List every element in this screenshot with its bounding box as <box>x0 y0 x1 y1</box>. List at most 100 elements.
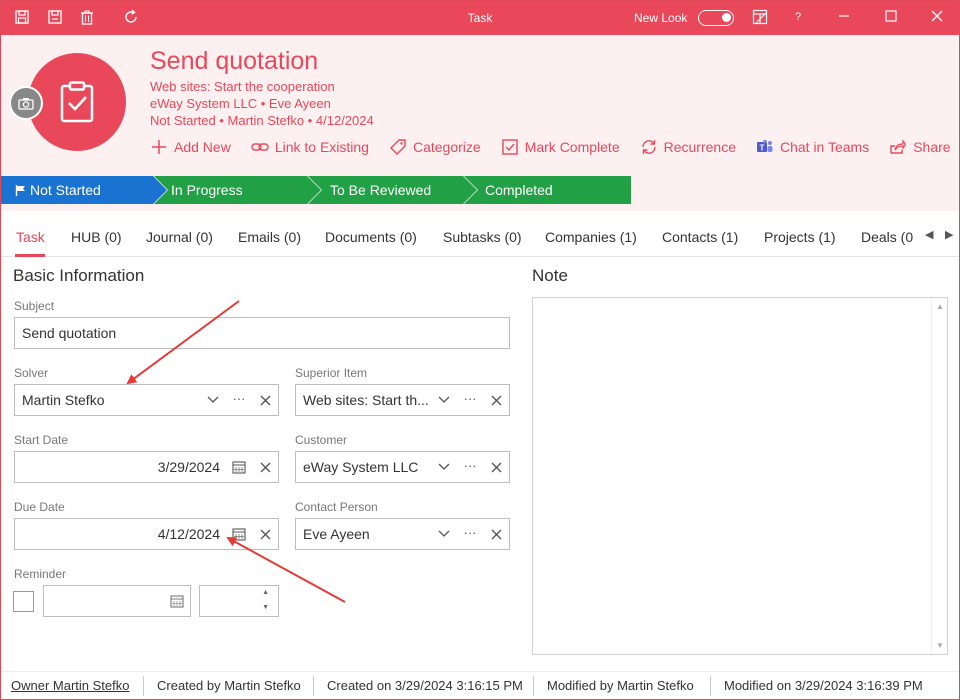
clear-icon[interactable] <box>487 458 505 476</box>
footer-separator <box>710 676 711 696</box>
stage-arrow <box>153 176 167 204</box>
footer-separator <box>313 676 314 696</box>
scroll-up-icon[interactable]: ▲ <box>936 302 944 311</box>
tab-companies[interactable]: Companies (1) <box>545 229 637 245</box>
modified-on-text: Modified on 3/29/2024 3:16:39 PM <box>724 678 923 693</box>
svg-text:T: T <box>760 144 765 153</box>
footer-bar: Owner Martin Stefko Created by Martin St… <box>1 671 959 699</box>
stage-not-started[interactable]: Not Started <box>1 176 167 204</box>
superior-item-field[interactable]: Web sites: Start th... ··· <box>295 384 510 416</box>
tab-contacts[interactable]: Contacts (1) <box>662 229 738 245</box>
customer-label: Customer <box>295 433 348 447</box>
clear-icon[interactable] <box>256 391 274 409</box>
chat-in-teams-label: Chat in Teams <box>779 139 870 155</box>
superior-item-value: Web sites: Start th... <box>303 392 429 408</box>
calendar-icon[interactable] <box>230 458 248 476</box>
chevron-down-icon[interactable] <box>435 391 453 409</box>
tab-strip: Task HUB (0) Journal (0) Emails (0) Docu… <box>1 211 959 257</box>
minimize-button[interactable] <box>835 9 853 25</box>
maximize-button[interactable] <box>882 9 900 25</box>
solver-value: Martin Stefko <box>22 392 105 408</box>
note-scrollbar[interactable]: ▲ ▼ <box>931 298 947 654</box>
share-label: Share <box>913 139 951 155</box>
clear-icon[interactable] <box>256 525 274 543</box>
toggle-knob <box>722 13 731 22</box>
spin-up-icon[interactable]: ▲ <box>262 589 269 596</box>
task-title: Send quotation <box>150 47 319 75</box>
mark-complete-button[interactable]: Mark Complete <box>501 138 620 156</box>
layout-icon[interactable] <box>751 8 769 26</box>
mark-complete-label: Mark Complete <box>524 139 620 155</box>
more-options-icon[interactable]: ··· <box>461 456 479 474</box>
share-icon <box>889 138 907 156</box>
created-by-text: Created by Martin Stefko <box>157 678 301 693</box>
chevron-down-icon[interactable] <box>204 391 222 409</box>
calendar-icon[interactable] <box>168 592 186 610</box>
chat-in-teams-button[interactable]: T Chat in Teams <box>756 138 869 156</box>
recurrence-label: Recurrence <box>663 139 736 155</box>
customer-value: eWay System LLC <box>303 459 419 475</box>
tab-subtasks[interactable]: Subtasks (0) <box>443 229 522 245</box>
note-heading: Note <box>532 266 568 285</box>
more-options-icon[interactable]: ··· <box>230 389 248 407</box>
share-button[interactable]: Share <box>889 138 951 156</box>
clear-icon[interactable] <box>487 525 505 543</box>
recurrence-button[interactable]: Recurrence <box>640 138 736 156</box>
chevron-down-icon[interactable] <box>435 525 453 543</box>
start-date-label: Start Date <box>14 433 69 447</box>
superior-item-label: Superior Item <box>295 366 368 380</box>
modified-by-text: Modified by Martin Stefko <box>547 678 694 693</box>
link-existing-button[interactable]: Link to Existing <box>251 138 369 156</box>
clear-icon[interactable] <box>256 458 274 476</box>
stage-completed[interactable]: Completed <box>464 176 631 204</box>
tabs-scroll-left-icon[interactable]: ◀ <box>925 228 933 241</box>
contact-person-field[interactable]: Eve Ayeen ··· <box>295 518 510 550</box>
solver-label: Solver <box>14 366 49 380</box>
tab-deals[interactable]: Deals (0) <box>861 229 913 245</box>
customer-field[interactable]: eWay System LLC ··· <box>295 451 510 483</box>
help-button[interactable]: ? <box>789 11 807 23</box>
superior-item-link[interactable]: Web sites: Start the cooperation <box>150 79 335 94</box>
title-bar: Task New Look ? <box>1 1 959 35</box>
note-textarea[interactable]: ▲ ▼ <box>532 297 948 655</box>
tab-journal[interactable]: Journal (0) <box>146 229 213 245</box>
link-icon <box>251 138 269 156</box>
start-date-field[interactable]: 3/29/2024 <box>14 451 279 483</box>
solver-field[interactable]: Martin Stefko ··· <box>14 384 279 416</box>
reminder-label: Reminder <box>14 567 67 581</box>
due-date-field[interactable]: 4/12/2024 <box>14 518 279 550</box>
camera-icon[interactable] <box>9 86 43 120</box>
tab-emails[interactable]: Emails (0) <box>238 229 301 245</box>
chevron-down-icon[interactable] <box>435 458 453 476</box>
more-options-icon[interactable]: ··· <box>461 389 479 407</box>
action-bar: Add New Link to Existing Categorize Mark… <box>150 138 960 156</box>
scroll-down-icon[interactable]: ▼ <box>936 641 944 650</box>
recurrence-icon <box>640 138 658 156</box>
footer-separator <box>143 676 144 696</box>
new-look-label: New Look <box>634 11 688 25</box>
reminder-checkbox[interactable] <box>13 591 34 612</box>
add-new-button[interactable]: Add New <box>150 138 231 156</box>
tab-hub[interactable]: HUB (0) <box>71 229 122 245</box>
owner-link[interactable]: Owner Martin Stefko <box>11 678 130 693</box>
stage-not-started-label: Not Started <box>30 182 101 198</box>
stage-to-be-reviewed[interactable]: To Be Reviewed <box>308 176 477 204</box>
clear-icon[interactable] <box>487 391 505 409</box>
stage-completed-label: Completed <box>485 182 553 198</box>
company-contact-line[interactable]: eWay System LLC • Eve Ayeen <box>150 96 331 111</box>
reminder-date-field[interactable] <box>43 585 191 617</box>
tab-task[interactable]: Task <box>16 229 45 245</box>
tabs-scroll-right-icon[interactable]: ▶ <box>945 228 953 241</box>
calendar-icon[interactable] <box>230 525 248 543</box>
new-look-toggle[interactable] <box>698 10 734 26</box>
spin-down-icon[interactable]: ▼ <box>262 604 269 611</box>
more-options-icon[interactable]: ··· <box>461 523 479 541</box>
subject-label: Subject <box>14 299 55 313</box>
reminder-time-field[interactable]: ▲ ▼ <box>199 585 279 617</box>
tab-documents[interactable]: Documents (0) <box>325 229 417 245</box>
close-button[interactable] <box>928 9 946 25</box>
categorize-button[interactable]: Categorize <box>389 138 481 156</box>
stage-in-progress[interactable]: In Progress <box>154 176 321 204</box>
subject-field[interactable]: Send quotation <box>14 317 510 349</box>
tab-projects[interactable]: Projects (1) <box>764 229 836 245</box>
